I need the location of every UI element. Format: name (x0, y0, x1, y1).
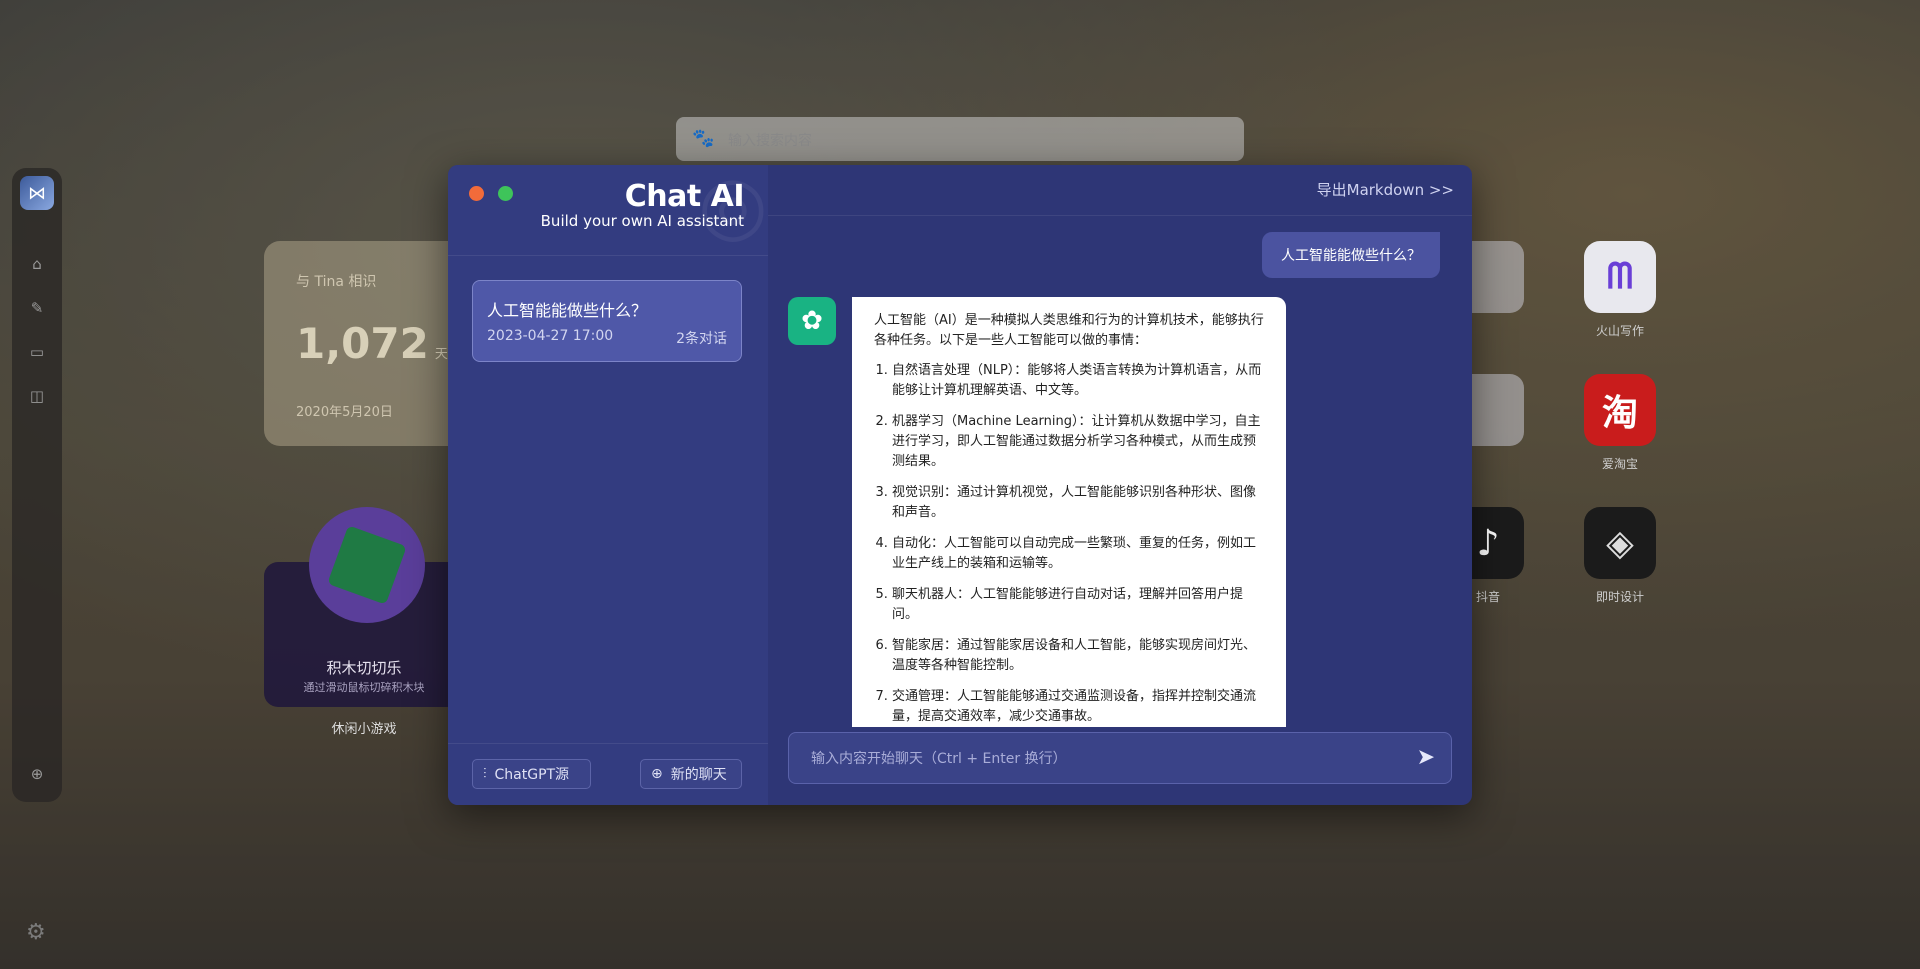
chat-sidebar: ◎ Chat AI Build your own AI assistant 人工… (448, 165, 768, 805)
conversation-count: 2条对话 (676, 331, 727, 347)
jishi-icon[interactable]: ◈ (1584, 507, 1656, 579)
add-icon[interactable]: ⊕ (27, 764, 47, 784)
conversation-date: 2023-04-27 17:00 (487, 328, 614, 344)
app-logo-icon[interactable]: ⋈ (20, 176, 54, 210)
search-placeholder: 输入搜索内容 (728, 133, 812, 149)
divider (768, 215, 1472, 216)
anniversary-date: 2020年5月20日 (296, 405, 393, 420)
home-icon[interactable]: ⌂ (27, 254, 47, 274)
chatgpt-source-label: ChatGPT源 (494, 767, 570, 783)
anniversary-widget[interactable]: 与 Tina 相识 1,072 天 2020年5月20日 (264, 241, 464, 446)
card-icon[interactable]: ▭ (27, 342, 47, 362)
ai-list: 自然语言处理（NLP）：能够将人类语言转换为计算机语言，从而能够让计算机理解英语… (874, 361, 1264, 727)
brand-title: Chat AI (624, 179, 745, 214)
baidu-paw-icon: 🐾 (692, 128, 715, 149)
taobao-icon[interactable]: 淘 (1584, 374, 1656, 446)
game-title: 积木切切乐 (326, 659, 402, 677)
ai-list-item: 智能家居：通过智能家居设备和人工智能，能够实现房间灯光、温度等各种智能控制。 (892, 636, 1264, 676)
settings-gear-icon[interactable]: ⚙ (26, 920, 46, 945)
background-search-bar[interactable]: 🐾 输入搜索内容 (676, 117, 1244, 161)
chat-main: 导出Markdown >> 人工智能能做些什么？ ✿ 人工智能（AI）是一种模拟… (768, 165, 1472, 805)
chat-input[interactable]: 输入内容开始聊天（Ctrl + Enter 换行） ➤ (788, 732, 1452, 784)
chatgpt-source-button[interactable]: ⫶ ChatGPT源 (472, 759, 591, 789)
send-icon[interactable]: ➤ (1417, 745, 1435, 770)
conversation-title: 人工智能能做些什么？ (487, 301, 648, 320)
ai-message: 人工智能（AI）是一种模拟人类思维和行为的计算机技术，能够执行各种任务。以下是一… (852, 297, 1286, 727)
pen-icon[interactable]: ✎ (27, 298, 47, 318)
game-label: 休闲小游戏 (331, 722, 397, 737)
ai-list-item: 交通管理：人工智能能够通过交通监测设备，指挥并控制交通流量，提高交通效率，减少交… (892, 687, 1264, 727)
divider (448, 255, 768, 256)
app-label: 爱淘宝 (1601, 457, 1638, 471)
game-widget[interactable]: 积木切切乐 通过滑动鼠标切碎积木块 (264, 507, 464, 707)
export-markdown-button[interactable]: 导出Markdown >> (1317, 179, 1454, 200)
anniversary-days: 1,072 天 (296, 319, 448, 368)
user-message: 人工智能能做些什么？ (1262, 232, 1440, 278)
openai-avatar-icon: ✿ (788, 297, 836, 345)
anniversary-title: 与 Tina 相识 (296, 274, 377, 290)
plus-circle-icon: ⊕ (651, 766, 663, 782)
game-subtitle: 通过滑动鼠标切碎积木块 (303, 681, 425, 694)
ai-list-item: 自动化：人工智能可以自动完成一些繁琐、重复的任务，例如工业生产线上的装箱和运输等… (892, 534, 1264, 574)
huoshan-icon[interactable]: ᗰ (1584, 241, 1656, 313)
ai-list-item: 机器学习（Machine Learning）：让计算机从数据中学习，自主进行学习… (892, 412, 1264, 472)
maximize-window-button[interactable] (498, 186, 514, 201)
app-label: 火山写作 (1595, 324, 1644, 338)
game-cube-icon (309, 507, 425, 623)
chat-input-placeholder: 输入内容开始聊天（Ctrl + Enter 换行） (811, 751, 1067, 767)
ai-list-item: 视觉识别：通过计算机视觉，人工智能能够识别各种形状、图像和声音。 (892, 483, 1264, 523)
left-dock: ⋈ ⌂ ✎ ▭ ◫ ⊕ (12, 168, 62, 802)
app-label: 即时设计 (1595, 590, 1644, 604)
ai-list-item: 自然语言处理（NLP）：能够将人类语言转换为计算机语言，从而能够让计算机理解英语… (892, 361, 1264, 401)
brand-subtitle: Build your own AI assistant (540, 212, 744, 230)
close-window-button[interactable] (469, 186, 484, 201)
new-chat-button[interactable]: ⊕ 新的聊天 (640, 759, 742, 789)
conversation-item[interactable]: 人工智能能做些什么？ 2023-04-27 17:00 2条对话 (472, 280, 742, 362)
new-chat-label: 新的聊天 (670, 767, 727, 783)
divider (448, 743, 768, 744)
sliders-icon: ⫶ (483, 766, 487, 782)
bag-icon[interactable]: ◫ (27, 386, 47, 406)
ai-list-item: 聊天机器人：人工智能能够进行自动对话，理解并回答用户提问。 (892, 585, 1264, 625)
chat-ai-window: ◎ Chat AI Build your own AI assistant 人工… (448, 165, 1472, 805)
ai-intro: 人工智能（AI）是一种模拟人类思维和行为的计算机技术，能够执行各种任务。以下是一… (874, 313, 1264, 348)
